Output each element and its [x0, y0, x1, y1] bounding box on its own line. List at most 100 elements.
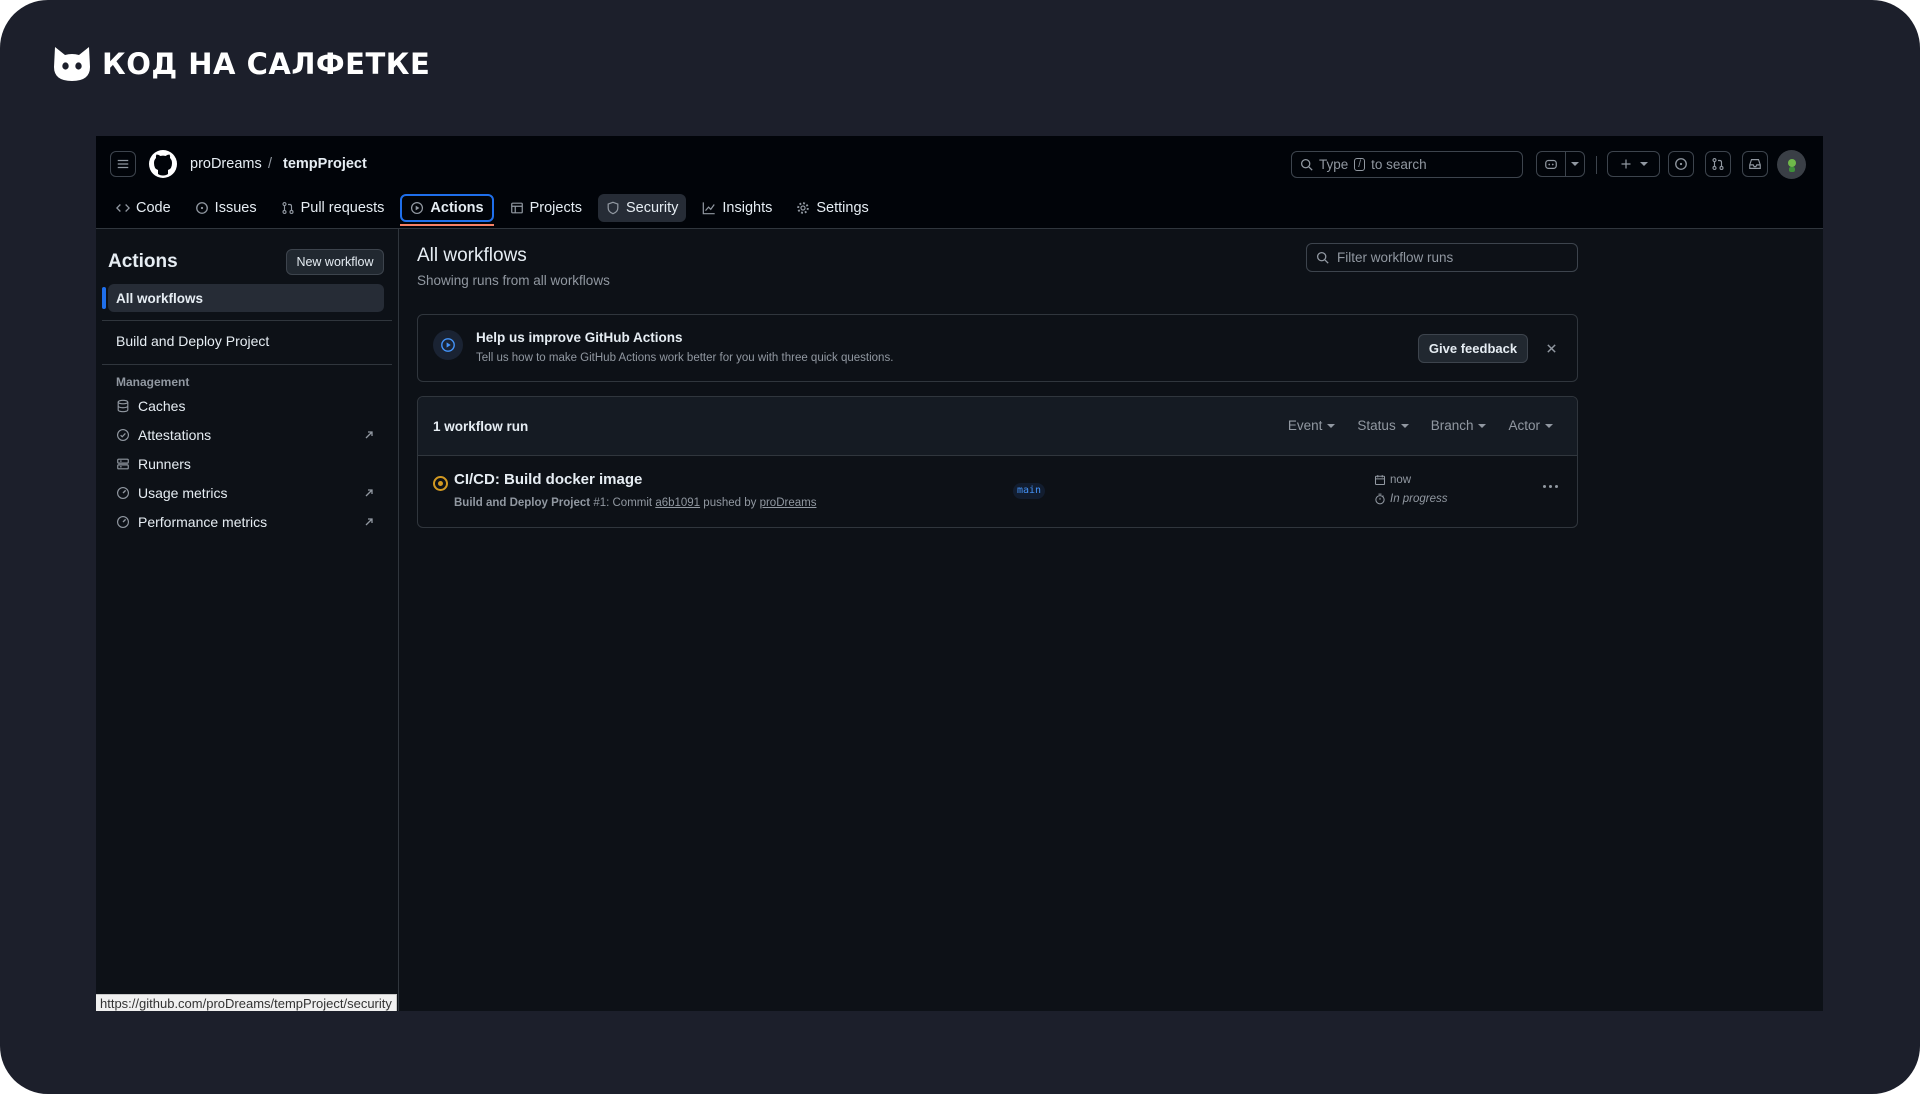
pull-requests-header-button[interactable] — [1705, 151, 1731, 177]
github-logo-icon[interactable] — [149, 150, 177, 178]
chevron-down-icon — [1327, 423, 1336, 428]
verified-icon — [117, 429, 129, 441]
runs-count: 1 workflow run — [433, 419, 529, 434]
pushed-by-text: pushed by — [703, 497, 757, 509]
sidebar-divider — [102, 320, 392, 321]
header-divider — [1596, 156, 1597, 174]
sidebar-item-label: All workflows — [116, 290, 204, 306]
brand-logo: КОД НА САЛФЕТКЕ — [52, 44, 430, 84]
close-icon[interactable] — [1546, 343, 1557, 354]
table-row[interactable]: CI/CD: Build docker image Build and Depl… — [418, 456, 1577, 527]
tab-settings[interactable]: Settings — [788, 194, 876, 222]
sidebar-item-usage-metrics[interactable]: Usage metrics — [108, 479, 384, 507]
kebab-horizontal-icon[interactable] — [1543, 485, 1558, 488]
filter-workflow-runs-input[interactable]: Filter workflow runs — [1306, 243, 1578, 272]
issue-opened-icon — [1675, 158, 1687, 170]
feedback-title: Help us improve GitHub Actions — [476, 330, 683, 345]
workflow-runs-main: All workflows Showing runs from all work… — [399, 229, 1823, 1011]
chevron-down-icon — [1545, 423, 1553, 428]
sidebar-item-attestations[interactable]: Attestations — [108, 421, 384, 449]
tab-label: Projects — [529, 200, 582, 216]
run-filters: Event Status Branch Actor — [1288, 418, 1553, 433]
breadcrumb-repo[interactable]: tempProject — [283, 156, 367, 172]
feedback-text: Tell us how to make GitHub Actions work … — [476, 352, 894, 364]
user-avatar[interactable] — [1777, 150, 1806, 179]
global-search-input[interactable]: Type / to search — [1291, 151, 1523, 178]
filter-label: Branch — [1430, 418, 1474, 433]
sidebar-divider — [102, 364, 392, 365]
sidebar-item-performance-metrics[interactable]: Performance metrics — [108, 508, 384, 536]
status-filter-dropdown[interactable]: Status — [1357, 418, 1409, 433]
copilot-button[interactable] — [1536, 151, 1566, 177]
sidebar-item-all-workflows[interactable]: All workflows — [102, 284, 384, 312]
tab-label: Security — [625, 200, 679, 216]
menu-button[interactable] — [110, 151, 136, 177]
tab-label: Insights — [722, 200, 773, 216]
sidebar-item-label: Performance metrics — [138, 514, 268, 530]
new-workflow-button[interactable]: New workflow — [286, 249, 384, 275]
sidebar-item-runners[interactable]: Runners — [108, 450, 384, 478]
hamburger-icon — [117, 159, 129, 169]
stopwatch-icon — [1375, 493, 1385, 505]
run-status-text: In progress — [1390, 493, 1448, 505]
page-title: All workflows — [417, 245, 527, 266]
run-meta-text: : Commit — [606, 497, 653, 509]
tab-insights[interactable]: Insights — [694, 194, 780, 222]
filter-label: Actor — [1508, 418, 1540, 433]
tab-issues[interactable]: Issues — [187, 194, 265, 222]
issues-header-button[interactable] — [1668, 151, 1694, 177]
chevron-down-icon — [1571, 162, 1579, 166]
git-pull-request-icon — [1712, 158, 1724, 170]
tab-label: Issues — [214, 200, 257, 216]
tab-label: Actions — [430, 200, 484, 216]
global-header: proDreams / tempProject Type / to search — [96, 136, 1823, 229]
browser-screenshot: proDreams / tempProject Type / to search — [96, 136, 1823, 1011]
run-workflow-name: Build and Deploy Project — [454, 497, 591, 509]
sidebar-item-caches[interactable]: Caches — [108, 392, 384, 420]
run-number: #1 — [593, 497, 607, 509]
chevron-down-icon — [1478, 423, 1487, 428]
issue-opened-icon — [195, 202, 208, 214]
gear-icon — [797, 202, 810, 214]
search-prefix: Type — [1319, 157, 1349, 172]
branch-filter-dropdown[interactable]: Branch — [1431, 418, 1487, 433]
commit-link[interactable]: a6b1091 — [655, 497, 700, 509]
inbox-button[interactable] — [1742, 151, 1768, 177]
repo-tabs: Code Issues Pull requests Actions Projec… — [108, 194, 885, 226]
link-external-icon — [365, 518, 373, 526]
tab-label: Settings — [816, 200, 869, 216]
database-icon — [117, 399, 129, 413]
give-feedback-button[interactable]: Give feedback — [1418, 334, 1528, 363]
breadcrumb-owner[interactable]: proDreams — [190, 156, 262, 172]
create-new-button[interactable] — [1607, 151, 1660, 177]
meter-icon — [117, 516, 129, 528]
branch-label[interactable]: main — [1013, 483, 1046, 499]
tab-code[interactable]: Code — [108, 194, 179, 222]
presentation-frame: КОД НА САЛФЕТКЕ proDreams / tempProject … — [0, 0, 1920, 1094]
copilot-icon — [1545, 159, 1557, 169]
sidebar-item-label: Usage metrics — [138, 485, 228, 501]
sidebar-item-label: Runners — [138, 456, 191, 472]
filter-label: Status — [1357, 418, 1396, 433]
avatar-image-icon — [1787, 158, 1796, 172]
run-time: now — [1374, 474, 1411, 486]
sidebar-item-label: Caches — [138, 398, 186, 414]
tab-label: Pull requests — [300, 200, 385, 216]
chevron-down-icon — [1639, 162, 1648, 166]
in-progress-status-icon — [433, 476, 448, 491]
copilot-dropdown-button[interactable] — [1565, 151, 1585, 177]
play-icon — [411, 201, 424, 215]
tab-actions[interactable]: Actions — [400, 194, 494, 226]
sidebar-item-workflow[interactable]: Build and Deploy Project — [108, 327, 384, 355]
plus-icon — [1621, 159, 1630, 169]
chevron-down-icon — [1400, 423, 1409, 428]
tab-projects[interactable]: Projects — [502, 194, 590, 222]
search-suffix: to search — [1371, 157, 1427, 172]
actor-filter-dropdown[interactable]: Actor — [1508, 418, 1553, 433]
actor-link[interactable]: proDreams — [760, 497, 817, 509]
server-icon — [117, 458, 129, 470]
event-filter-dropdown[interactable]: Event — [1288, 418, 1336, 433]
tab-security[interactable]: Security — [597, 194, 687, 222]
run-title-link[interactable]: CI/CD: Build docker image — [454, 471, 642, 488]
tab-pull-requests[interactable]: Pull requests — [273, 194, 393, 222]
